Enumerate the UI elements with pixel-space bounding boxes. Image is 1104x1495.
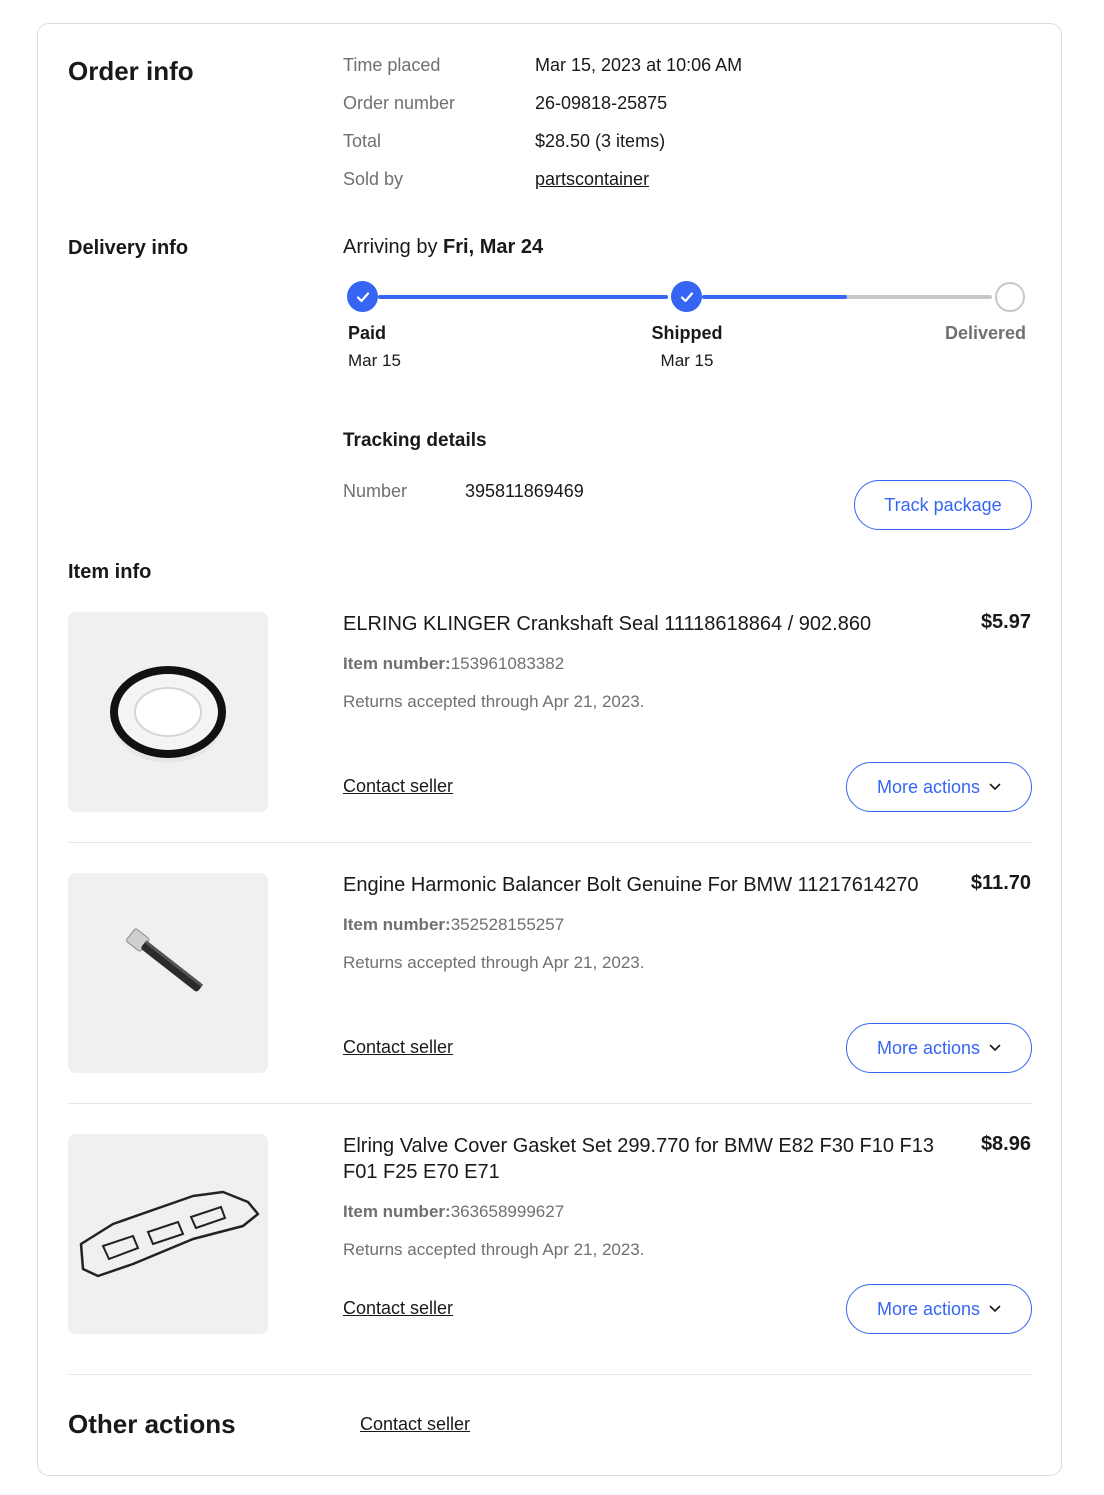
more-actions-button[interactable]: More actions [846,762,1032,812]
chevron-down-icon [989,1305,1001,1313]
step-paid-check-icon [347,281,378,312]
order-info-heading: Order info [68,56,194,86]
step-shipped-check-icon [671,281,702,312]
step-shipped-label: Shipped [651,323,723,343]
other-contact-seller-link[interactable]: Contact seller [360,1414,470,1435]
more-actions-button[interactable]: More actions [846,1023,1032,1073]
arriving-date: Fri, Mar 24 [443,236,544,258]
returns-text: Returns accepted through Apr 21, 2023. [343,953,645,972]
step-shipped-date: Mar 15 [660,351,714,370]
section-divider [68,1374,1032,1375]
item-divider [68,842,1032,843]
tracking-details-heading: Tracking details [343,430,487,451]
item-title[interactable]: Elring Valve Cover Gasket Set 299.770 fo… [343,1133,963,1185]
item-divider [68,1103,1032,1104]
contact-seller-link[interactable]: Contact seller [343,1037,453,1058]
arriving-by-text: Arriving by Fri, Mar 24 [343,236,544,258]
total-value: $28.50 (3 items) [535,131,666,151]
sold-by-label: Sold by [343,169,404,189]
step-paid-date: Mar 15 [348,351,401,370]
gasket-image[interactable] [68,1134,268,1334]
contact-seller-link[interactable]: Contact seller [343,776,453,797]
item-number: Item number:363658999627 [343,1202,565,1221]
more-actions-button[interactable]: More actions [846,1284,1032,1334]
delivery-info-heading: Delivery info [68,237,189,259]
step-delivered-label: Delivered [944,323,1026,343]
other-actions-heading: Other actions [68,1409,236,1439]
item-number: Item number:153961083382 [343,654,565,673]
item-title[interactable]: Engine Harmonic Balancer Bolt Genuine Fo… [343,872,953,898]
time-placed-label: Time placed [343,55,441,75]
order-details-card: Order info Time placed Mar 15, 2023 at 1… [37,23,1062,1476]
progress-bar-paid-shipped [378,295,668,299]
order-number-label: Order number [343,93,456,113]
chevron-down-icon [989,1044,1001,1052]
item-number: Item number:352528155257 [343,915,565,934]
track-package-button[interactable]: Track package [854,480,1032,530]
item-price: $5.97 [980,611,1031,633]
seller-link[interactable]: partscontainer [535,169,649,189]
crankshaft-seal-image[interactable] [68,612,268,812]
returns-text: Returns accepted through Apr 21, 2023. [343,692,645,711]
item-title[interactable]: ELRING KLINGER Crankshaft Seal 111186188… [343,611,933,637]
step-delivered-empty-icon [995,282,1025,312]
contact-seller-link[interactable]: Contact seller [343,1298,453,1319]
total-label: Total [343,131,382,151]
chevron-down-icon [989,783,1001,791]
time-placed-value: Mar 15, 2023 at 10:06 AM [535,55,743,75]
bolt-image[interactable] [68,873,268,1073]
progress-bar-shipped-delivered-fill [702,295,847,299]
item-info-heading: Item info [68,561,152,583]
item-price: $11.70 [970,872,1031,894]
item-price: $8.96 [980,1133,1031,1155]
returns-text: Returns accepted through Apr 21, 2023. [343,1240,645,1259]
order-number-value: 26-09818-25875 [535,93,668,113]
tracking-number-value: 395811869469 [465,481,584,501]
tracking-number-label: Number [343,481,408,501]
step-paid-label: Paid [348,323,387,343]
